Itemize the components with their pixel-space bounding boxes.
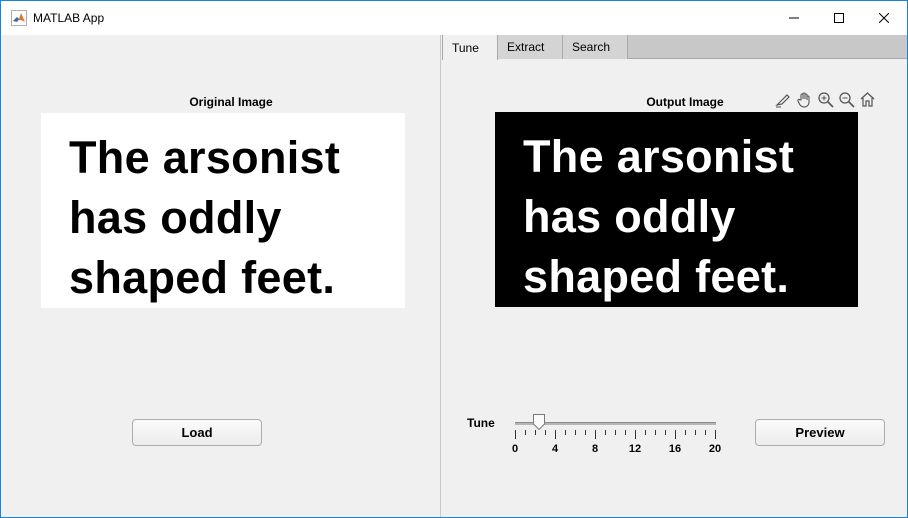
slider-minor-tick — [705, 430, 706, 435]
zoom-in-icon[interactable] — [816, 90, 835, 109]
minimize-icon — [788, 17, 799, 19]
slider-major-tick — [675, 430, 676, 439]
tab-tune[interactable]: Tune — [442, 35, 498, 60]
slider-minor-tick — [545, 430, 546, 435]
tab-bar: Tune Extract Search — [442, 35, 907, 60]
slider-tick-label: 8 — [591, 443, 599, 455]
maximize-icon — [833, 13, 844, 23]
axes-toolbar — [774, 90, 877, 110]
slider-major-tick — [555, 430, 556, 439]
slider-minor-tick — [695, 430, 696, 435]
slider-thumb[interactable] — [533, 414, 545, 431]
original-image-text-line-2: has oddly — [69, 192, 282, 243]
window-title: MATLAB App — [33, 11, 105, 25]
output-image-text-line-3: shaped feet. — [523, 251, 790, 302]
zoom-out-icon[interactable] — [837, 90, 856, 109]
slider-minor-tick — [615, 430, 616, 435]
close-icon — [878, 13, 889, 23]
maximize-button[interactable] — [816, 1, 861, 35]
tune-slider[interactable]: 0 4 8 12 16 20 — [512, 410, 721, 460]
home-icon[interactable] — [858, 90, 877, 109]
slider-minor-tick — [625, 430, 626, 435]
original-image-text-line-1: The arsonist — [69, 132, 341, 183]
original-image-axes: The arsonist has oddly shaped feet. — [41, 113, 405, 308]
slider-minor-tick — [575, 430, 576, 435]
output-image-text-line-1: The arsonist — [523, 131, 795, 182]
slider-minor-tick — [655, 430, 656, 435]
close-button[interactable] — [861, 1, 906, 35]
tab-search[interactable]: Search — [563, 35, 628, 59]
slider-major-tick — [595, 430, 596, 439]
matlab-logo-icon — [11, 10, 27, 26]
slider-minor-tick — [665, 430, 666, 435]
brush-icon[interactable] — [774, 90, 793, 109]
slider-track[interactable] — [515, 422, 716, 425]
pan-hand-icon[interactable] — [795, 90, 814, 109]
original-image-title: Original Image — [189, 95, 273, 109]
slider-minor-tick — [535, 430, 536, 435]
slider-tick-label: 20 — [708, 443, 722, 455]
slider-tick-label: 12 — [628, 443, 642, 455]
slider-minor-tick — [585, 430, 586, 435]
slider-minor-tick — [565, 430, 566, 435]
app-window: MATLAB App Original Image The arsonist h… — [0, 0, 908, 518]
preview-button[interactable]: Preview — [755, 419, 885, 446]
output-image-text-line-2: has oddly — [523, 191, 736, 242]
output-image-axes: The arsonist has oddly shaped feet. — [495, 112, 858, 307]
load-button[interactable]: Load — [132, 419, 262, 446]
tune-slider-label: Tune — [467, 416, 495, 430]
slider-major-tick — [715, 430, 716, 439]
slider-minor-tick — [525, 430, 526, 435]
slider-minor-tick — [645, 430, 646, 435]
slider-minor-tick — [605, 430, 606, 435]
right-panel: Tune Extract Search Output Image The ars — [442, 35, 907, 517]
slider-tick-label: 16 — [668, 443, 682, 455]
slider-tick-label: 0 — [511, 443, 519, 455]
slider-major-tick — [635, 430, 636, 439]
title-bar: MATLAB App — [1, 1, 907, 35]
slider-major-tick — [515, 430, 516, 439]
left-panel: Original Image The arsonist has oddly sh… — [1, 35, 441, 517]
slider-minor-tick — [685, 430, 686, 435]
slider-tick-label: 4 — [551, 443, 559, 455]
original-image-text-line-3: shaped feet. — [69, 252, 336, 303]
tab-extract[interactable]: Extract — [498, 35, 563, 59]
minimize-button[interactable] — [771, 1, 816, 35]
